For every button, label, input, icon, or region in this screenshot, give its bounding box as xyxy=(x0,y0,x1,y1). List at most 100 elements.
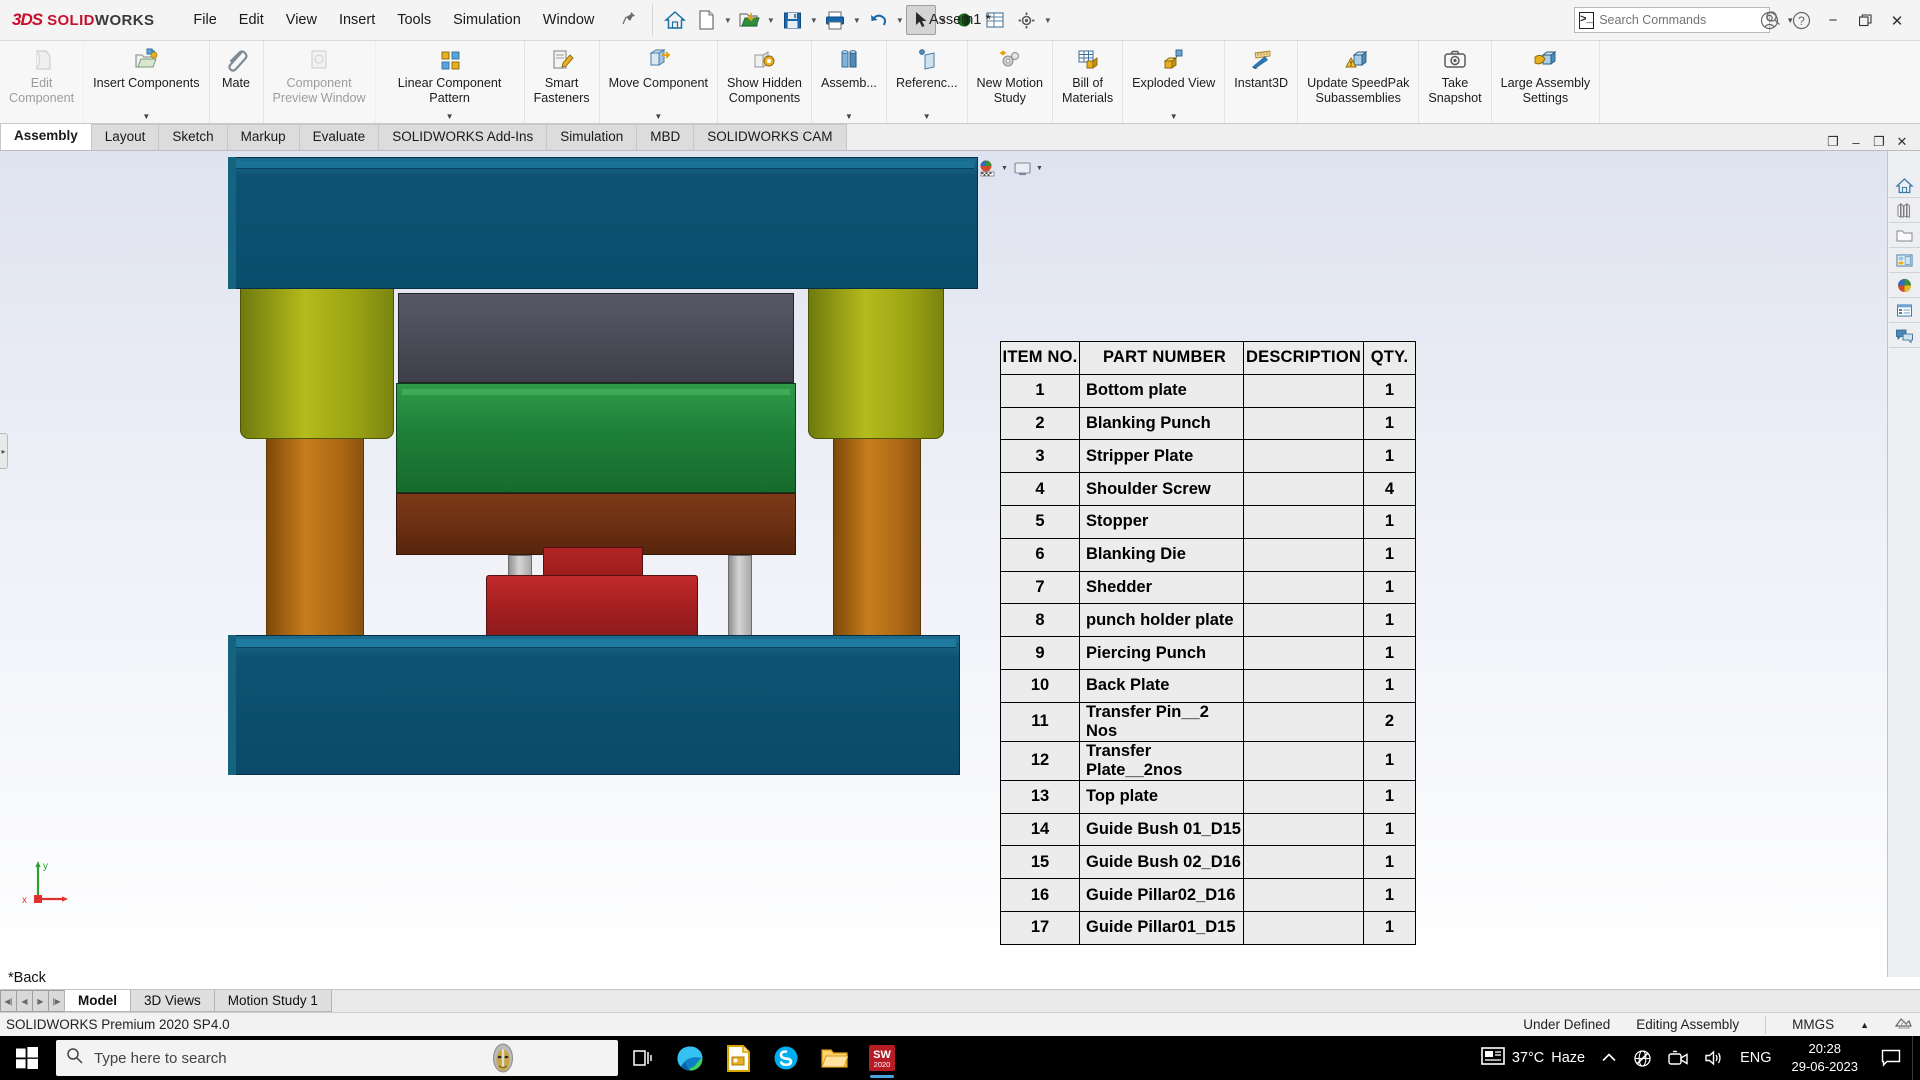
save-dropdown-icon[interactable]: ▼ xyxy=(808,16,819,25)
windows-start-icon[interactable] xyxy=(0,1036,54,1080)
take-snapshot-button[interactable]: Take Snapshot xyxy=(1419,41,1492,123)
smart-fasteners-button[interactable]: Smart Fasteners xyxy=(525,41,600,123)
tab-assembly[interactable]: Assembly xyxy=(0,123,92,150)
taskbar-clock[interactable]: 20:28 29-06-2023 xyxy=(1780,1036,1871,1080)
assembly-features-button[interactable]: Assemb... ▼ xyxy=(812,41,887,123)
windows-taskbar[interactable]: Type here to search SW 2020 37°C Haze EN… xyxy=(0,1036,1920,1080)
assembly-3d-model[interactable] xyxy=(228,157,988,777)
table-row[interactable]: 14 Guide Bush 01_D15 1 xyxy=(1000,812,1416,847)
tab-simulation[interactable]: Simulation xyxy=(546,124,638,150)
model-top-plate[interactable] xyxy=(228,157,978,289)
tab-mbd[interactable]: MBD xyxy=(636,124,695,150)
tab-solidworks-cam[interactable]: SOLIDWORKS CAM xyxy=(693,124,847,150)
move-component-button[interactable]: Move Component ▼ xyxy=(600,41,719,123)
caret-up-icon[interactable]: ▲ xyxy=(1860,1020,1869,1030)
user-account-icon[interactable] xyxy=(1754,6,1784,36)
linear-pattern-dropdown-icon[interactable]: ▼ xyxy=(446,112,454,121)
help-question-icon[interactable]: ? xyxy=(1786,6,1816,36)
search-commands-box[interactable]: >_ ▼ xyxy=(1574,7,1794,33)
exploded-view-dropdown-icon[interactable]: ▼ xyxy=(1170,112,1178,121)
model-guide-pillar-right[interactable] xyxy=(833,439,921,635)
assistant-avatar-icon[interactable] xyxy=(488,1042,518,1079)
tab-layout[interactable]: Layout xyxy=(90,124,160,150)
linear-component-pattern-button[interactable]: Linear Component Pattern ▼ xyxy=(376,41,525,123)
network-disconnected-icon[interactable] xyxy=(1625,1036,1660,1080)
action-center-icon[interactable] xyxy=(1870,1036,1912,1080)
model-punch-holder-plate[interactable] xyxy=(396,383,796,493)
solidworks-resources-home-icon[interactable] xyxy=(1888,173,1920,198)
file-explorer-icon[interactable] xyxy=(810,1036,858,1080)
language-indicator[interactable]: ENG xyxy=(1732,1036,1779,1080)
menu-item-view[interactable]: View xyxy=(275,7,328,33)
menu-item-simulation[interactable]: Simulation xyxy=(442,7,532,33)
table-row[interactable]: 3 Stripper Plate 1 xyxy=(1000,439,1416,474)
status-units[interactable]: MMGS xyxy=(1792,1017,1834,1032)
view-palette-icon[interactable] xyxy=(1888,248,1920,273)
large-assembly-settings-button[interactable]: Large Assembly Settings xyxy=(1492,41,1601,123)
next-sheet-icon[interactable]: ▶ xyxy=(32,990,49,1012)
model-tab-motion-study-1[interactable]: Motion Study 1 xyxy=(213,990,332,1012)
select-arrow-icon[interactable] xyxy=(906,5,937,35)
options-dropdown-icon[interactable]: ▼ xyxy=(1042,16,1053,25)
command-manager-tabs[interactable]: Assembly Layout Sketch Markup Evaluate S… xyxy=(0,123,1920,151)
document-window-controls[interactable]: ❐ – ❐ ✕ xyxy=(1823,134,1920,150)
table-row[interactable]: 11 Transfer Pin__2 Nos 2 xyxy=(1000,701,1416,742)
edit-component-button[interactable]: Edit Component xyxy=(0,41,85,123)
menu-item-tools[interactable]: Tools xyxy=(386,7,442,33)
save-icon[interactable] xyxy=(777,5,807,35)
menu-item-insert[interactable]: Insert xyxy=(328,7,386,33)
quick-access-toolbar[interactable]: ▼ ▼ ▼ ▼ ▼ ▼ ▼ xyxy=(660,5,1053,35)
task-pane[interactable] xyxy=(1887,151,1920,977)
file-explorer-icon[interactable] xyxy=(1888,223,1920,248)
model-shedder[interactable] xyxy=(486,575,698,639)
show-hidden-icons-chevron[interactable] xyxy=(1593,1036,1625,1080)
select-dropdown-icon[interactable]: ▼ xyxy=(937,16,948,25)
table-row[interactable]: 5 Stopper 1 xyxy=(1000,504,1416,539)
minimize-icon[interactable]: − xyxy=(1818,6,1848,36)
bill-of-materials-table[interactable]: ITEM NO. PART NUMBER DESCRIPTION QTY. 1B… xyxy=(1000,341,1416,945)
previous-sheet-icon[interactable]: ◀ xyxy=(16,990,33,1012)
restore-pane-icon[interactable]: ❐ xyxy=(1823,134,1843,150)
bill-of-materials-button[interactable]: Bill of Materials xyxy=(1053,41,1124,123)
model-guide-pillar-left[interactable] xyxy=(266,439,364,635)
table-row[interactable]: 9 Piercing Punch 1 xyxy=(1000,636,1416,670)
appearance-sphere-icon[interactable] xyxy=(949,5,979,35)
table-row[interactable]: 13 Top plate 1 xyxy=(1000,779,1416,814)
mate-button[interactable]: Mate xyxy=(210,41,264,123)
custom-properties-icon[interactable] xyxy=(1888,298,1920,323)
solidworks-2020-icon[interactable]: SW 2020 xyxy=(858,1036,906,1080)
insert-components-dropdown-icon[interactable]: ▼ xyxy=(142,112,150,121)
table-row[interactable]: 17 Guide Pillar01_D15 1 xyxy=(1000,910,1416,945)
restore-icon[interactable] xyxy=(1850,6,1880,36)
model-bottom-plate[interactable] xyxy=(228,635,960,775)
feature-tree-expand-handle[interactable]: ▸ xyxy=(0,433,8,469)
volume-icon[interactable] xyxy=(1696,1036,1732,1080)
assembly-features-dropdown-icon[interactable]: ▼ xyxy=(845,112,853,121)
update-speedpak-button[interactable]: ! Update SpeedPak Subassemblies xyxy=(1298,41,1420,123)
taskbar-search-box[interactable]: Type here to search xyxy=(56,1040,618,1076)
first-sheet-icon[interactable]: ◀| xyxy=(0,990,17,1012)
instant3d-button[interactable]: Instant3D xyxy=(1225,41,1299,123)
model-guide-bush-right[interactable] xyxy=(808,289,944,439)
skype-icon[interactable] xyxy=(762,1036,810,1080)
table-row[interactable]: 6 Blanking Die 1 xyxy=(1000,537,1416,572)
solidworks-forum-icon[interactable] xyxy=(1888,323,1920,348)
model-tab-3d-views[interactable]: 3D Views xyxy=(130,990,215,1012)
ribbon-toolbar[interactable]: Edit Component Insert Components ▼ Mate … xyxy=(0,41,1920,124)
restore-window-icon[interactable]: ❐ xyxy=(1869,134,1889,150)
insert-components-button[interactable]: Insert Components ▼ xyxy=(84,41,210,123)
table-row[interactable]: 2 Blanking Punch 1 xyxy=(1000,406,1416,441)
window-controls[interactable]: ? − ✕ xyxy=(1754,0,1912,41)
microsoft-edge-icon[interactable] xyxy=(666,1036,714,1080)
sheet-navigation-buttons[interactable]: ◀| ◀ ▶ |▶ xyxy=(0,990,65,1012)
undo-icon[interactable] xyxy=(863,5,893,35)
table-row[interactable]: 8 punch holder plate 1 xyxy=(1000,603,1416,638)
open-document-icon[interactable] xyxy=(734,5,764,35)
table-row[interactable]: 1 Bottom plate 1 xyxy=(1000,373,1416,408)
undo-dropdown-icon[interactable]: ▼ xyxy=(894,16,905,25)
table-row[interactable]: 12 Transfer Plate__2nos 1 xyxy=(1000,740,1416,781)
open-document-dropdown-icon[interactable]: ▼ xyxy=(765,16,776,25)
menu-item-file[interactable]: File xyxy=(182,7,227,33)
model-back-plate[interactable] xyxy=(398,293,794,383)
menu-item-window[interactable]: Window xyxy=(532,7,606,33)
